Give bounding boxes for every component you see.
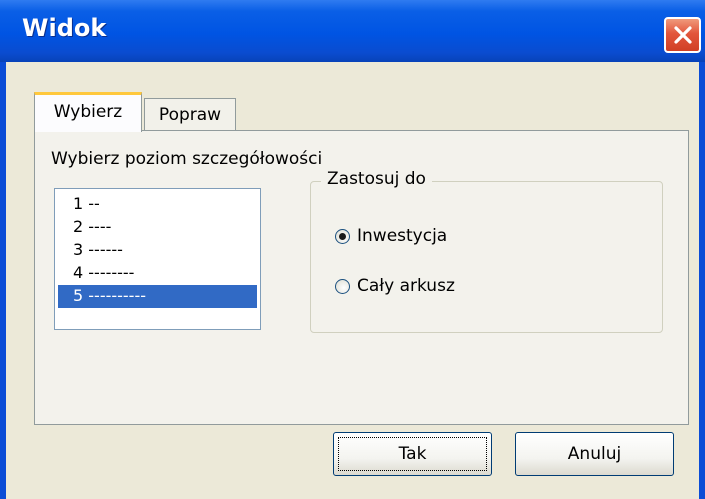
tab-panel: Wybierz poziom szczegółowości 1 -- 2 ---… xyxy=(34,130,689,425)
cancel-button-label: Anuluj xyxy=(567,444,622,464)
title-bar[interactable]: Widok xyxy=(0,0,705,62)
group-title: Zastosuj do xyxy=(321,169,432,189)
detail-level-listbox[interactable]: 1 -- 2 ---- 3 ------ 4 -------- 5 ------… xyxy=(54,188,261,330)
tab-popraw[interactable]: Popraw xyxy=(144,98,236,132)
radio-label: Cały arkusz xyxy=(357,276,455,296)
list-item[interactable]: 4 -------- xyxy=(58,262,257,285)
tab-wybierz[interactable]: Wybierz xyxy=(34,92,142,132)
radio-button-checked[interactable] xyxy=(335,228,350,244)
ok-button[interactable]: Tak xyxy=(333,432,492,476)
close-icon xyxy=(674,26,692,44)
focus-rectangle xyxy=(338,437,487,471)
radio-label: Inwestycja xyxy=(357,226,448,246)
radio-inwestycja[interactable]: Inwestycja xyxy=(335,224,447,248)
apply-to-group: Zastosuj do Inwestycja Cały arkusz xyxy=(310,169,663,333)
list-item[interactable]: 2 ---- xyxy=(58,216,257,239)
cancel-button[interactable]: Anuluj xyxy=(515,432,674,476)
close-button[interactable] xyxy=(664,17,701,53)
radio-button[interactable] xyxy=(335,278,350,294)
list-item[interactable]: 1 -- xyxy=(58,193,257,216)
window-title: Widok xyxy=(22,14,107,42)
list-item[interactable]: 3 ------ xyxy=(58,239,257,262)
dialog-window: Widok Wybierz Popraw Wybierz poziom szcz… xyxy=(0,0,705,499)
detail-level-label: Wybierz poziom szczegółowości xyxy=(51,149,323,169)
radio-caly-arkusz[interactable]: Cały arkusz xyxy=(335,274,455,298)
dialog-body: Wybierz Popraw Wybierz poziom szczegółow… xyxy=(6,62,699,499)
list-item-selected[interactable]: 5 ---------- xyxy=(58,285,257,308)
